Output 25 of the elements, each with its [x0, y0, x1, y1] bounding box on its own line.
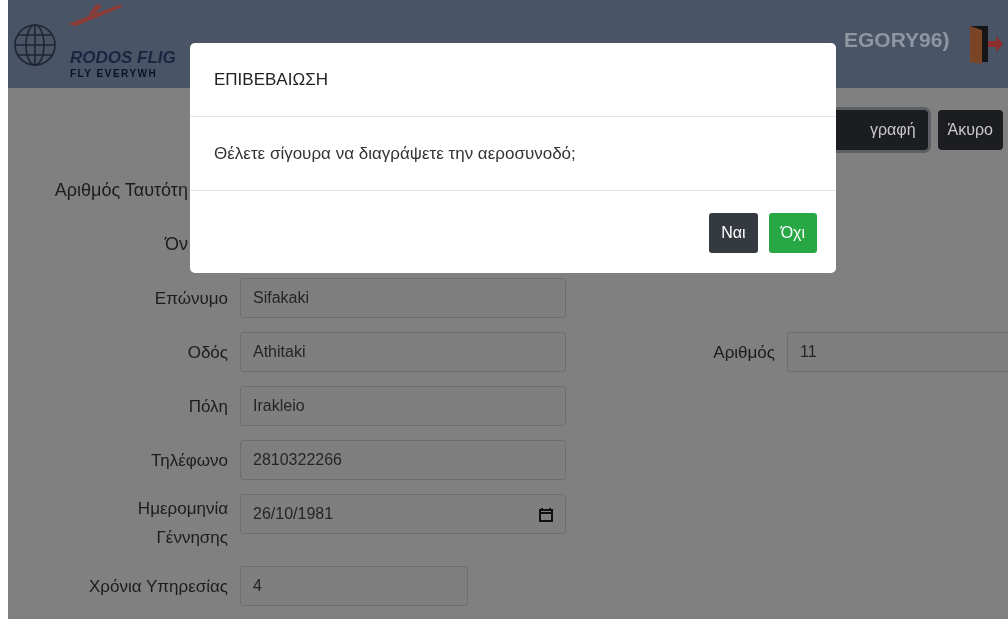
action-button[interactable]: Άκυρο	[937, 110, 1003, 150]
field-label: Αριθμός Ταυτότη	[53, 178, 189, 202]
field-label: Χρόνια Υπηρεσίας	[87, 575, 228, 598]
input-field[interactable]: Sifakaki	[240, 278, 566, 318]
date-field[interactable]: 26/10/1981	[240, 494, 566, 534]
dialog-button[interactable]: Όχι	[768, 212, 817, 253]
field-label: Ημερομηνία Γέννησης	[136, 498, 228, 549]
field-label: Τηλέφωνο	[150, 449, 228, 472]
dialog-title: ΕΠΙΒΕΒΑΙΩΣΗ	[214, 69, 328, 90]
field-label: Επώνυμο	[153, 287, 228, 310]
calendar-icon[interactable]	[539, 506, 553, 522]
input-field[interactable]: 4	[240, 566, 468, 606]
user-name[interactable]: EGORY96)	[844, 28, 950, 52]
dialog-button[interactable]: Ναι	[709, 212, 758, 253]
field-label: Οδός	[186, 341, 228, 364]
input-field[interactable]: Athitaki	[240, 332, 566, 372]
field-label: Πόλη	[187, 395, 228, 418]
airplane-icon	[66, 2, 124, 28]
field-label: Όν	[163, 232, 189, 256]
input-field[interactable]: 11	[787, 332, 1008, 372]
input-field[interactable]: Irakleio	[240, 386, 566, 426]
field-label: Αριθμός	[712, 341, 775, 364]
input-field[interactable]: 2810322266	[240, 440, 566, 480]
logo-tagline: FLY EVERYWH	[70, 68, 159, 79]
dialog-message: Θέλετε σίγουρα να διαγράψετε την αεροσυνοδό;	[214, 143, 576, 164]
